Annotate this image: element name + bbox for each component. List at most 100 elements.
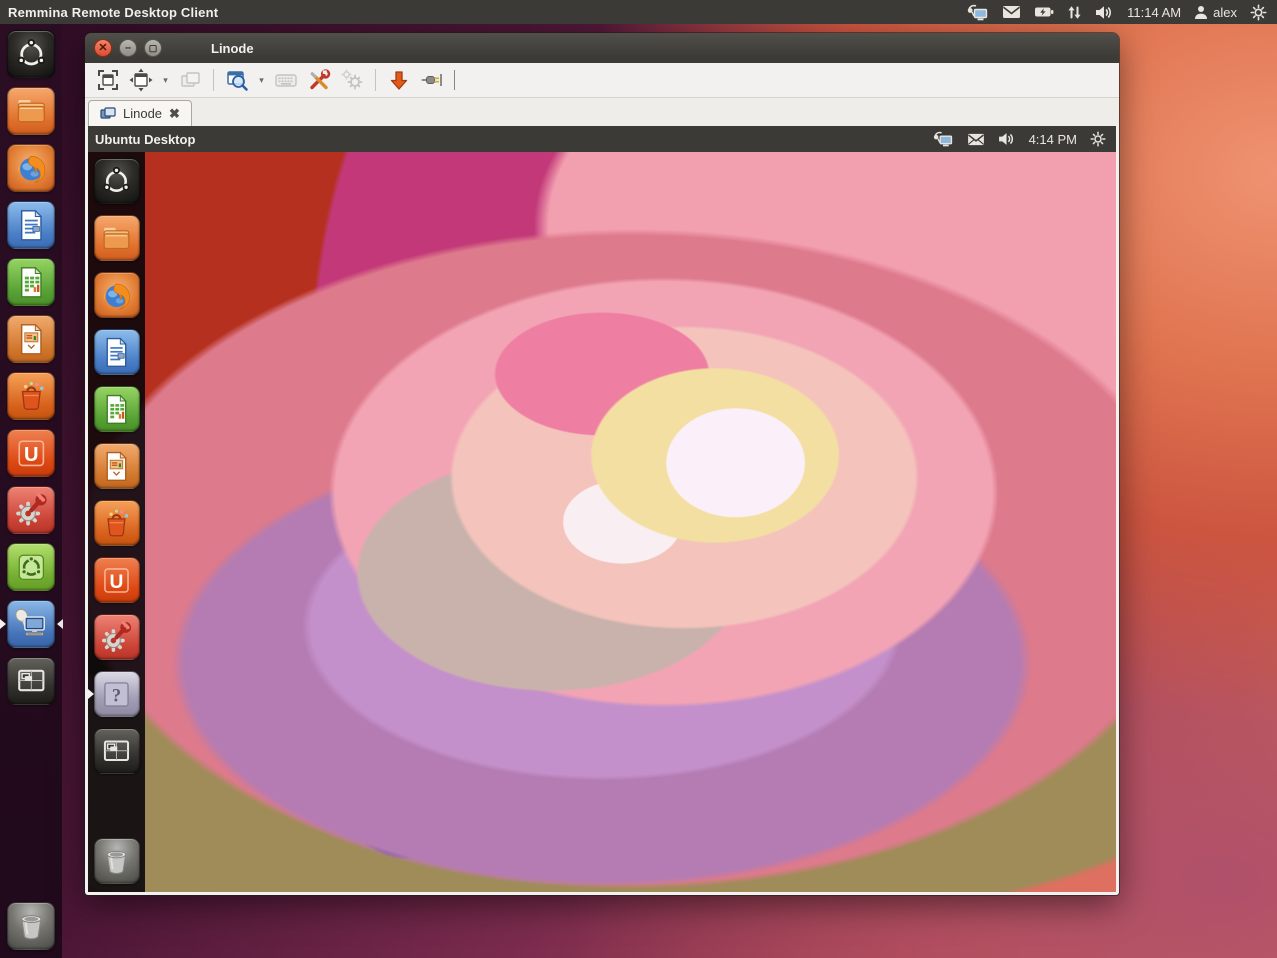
dash-icon <box>98 163 135 200</box>
messaging-indicator-icon[interactable] <box>1002 5 1021 19</box>
launcher-item-workspace[interactable] <box>94 728 140 774</box>
screenshot-options-caret[interactable]: ▾ <box>255 66 268 94</box>
remote-wallpaper <box>88 152 1116 892</box>
firefox-icon <box>98 277 135 314</box>
launcher-item-firefox[interactable] <box>7 144 55 192</box>
session-gear-icon[interactable] <box>1090 131 1106 147</box>
updater-icon <box>12 548 51 587</box>
launcher-item-settings[interactable] <box>7 486 55 534</box>
launcher-item-impress[interactable] <box>94 443 140 489</box>
launcher-item-workspace[interactable] <box>7 657 55 705</box>
launcher-item-files[interactable] <box>94 215 140 261</box>
network-traffic-indicator-icon[interactable] <box>1067 5 1082 20</box>
launcher-slot-settings <box>94 614 140 660</box>
scaled-mode-options-caret[interactable]: ▾ <box>159 66 172 94</box>
launcher-slot-dash <box>94 158 140 204</box>
maximize-button[interactable]: ▢ <box>144 39 162 57</box>
host-clock[interactable]: 11:14 AM <box>1127 5 1181 20</box>
volume-indicator-icon[interactable] <box>1095 5 1114 20</box>
calc-icon <box>98 391 135 428</box>
launcher-item-trash[interactable] <box>94 838 140 884</box>
tab-close-icon[interactable]: ✖ <box>169 106 180 122</box>
launcher-item-dash[interactable] <box>94 158 140 204</box>
close-button[interactable]: ✕ <box>94 39 112 57</box>
screenshot-button[interactable] <box>222 66 252 94</box>
tools-button[interactable] <box>304 66 334 94</box>
remote-desktop-indicator-icon[interactable] <box>933 131 954 147</box>
ubuntuone-icon: U <box>98 562 135 599</box>
launcher-item-ubuntuone[interactable]: U <box>94 557 140 603</box>
duplicate-connection-button[interactable] <box>175 66 205 94</box>
launcher-item-updater[interactable] <box>7 543 55 591</box>
tab-label: Linode <box>123 106 162 121</box>
preferences-button[interactable] <box>337 66 367 94</box>
running-pip <box>0 619 6 629</box>
user-icon <box>1194 5 1208 20</box>
launcher-slot-unknown: ? <box>94 671 140 717</box>
files-icon <box>98 220 135 257</box>
messaging-indicator-icon[interactable] <box>967 133 985 146</box>
minimize-button[interactable]: – <box>119 39 137 57</box>
remmina-window: ✕ – ▢ Linode ▾ ▾ Linode ✖ <box>85 33 1119 895</box>
fullscreen-button[interactable] <box>93 66 123 94</box>
launcher-slot-updater <box>7 543 55 591</box>
volume-indicator-icon[interactable] <box>998 132 1016 146</box>
launcher-item-firefox[interactable] <box>94 272 140 318</box>
settings-icon <box>98 619 135 656</box>
ubuntuone-icon: U <box>12 434 51 473</box>
calc-icon <box>12 263 51 302</box>
launcher-item-remmina[interactable] <box>7 600 55 648</box>
svg-text:U: U <box>110 571 124 592</box>
launcher-slot-trash <box>94 838 140 884</box>
svg-text:U: U <box>24 444 39 466</box>
writer-icon <box>12 206 51 245</box>
window-titlebar[interactable]: ✕ – ▢ Linode <box>85 33 1119 63</box>
launcher-item-writer[interactable] <box>94 329 140 375</box>
launcher-slot-firefox <box>94 272 140 318</box>
launcher-slot-software <box>94 500 140 546</box>
session-gear-icon[interactable] <box>1250 4 1267 21</box>
workspace-icon <box>12 662 51 701</box>
launcher-slot-impress <box>94 443 140 489</box>
battery-indicator-icon[interactable] <box>1034 6 1054 18</box>
impress-icon <box>12 320 51 359</box>
launcher-item-software[interactable] <box>7 372 55 420</box>
host-unity-launcher: U <box>0 24 62 958</box>
launcher-item-trash[interactable] <box>7 902 55 950</box>
remote-desktop-indicator-icon[interactable] <box>967 4 989 21</box>
writer-icon <box>98 334 135 371</box>
firefox-icon <box>12 149 51 188</box>
scaled-mode-button[interactable] <box>126 66 156 94</box>
user-menu[interactable]: alex <box>1194 5 1237 20</box>
window-toolbar: ▾ ▾ <box>85 63 1119 98</box>
grab-keyboard-button[interactable] <box>271 66 301 94</box>
launcher-slot-dash <box>7 30 55 78</box>
tab-linode[interactable]: Linode ✖ <box>88 100 192 126</box>
launcher-item-files[interactable] <box>7 87 55 135</box>
host-desktop-wallpaper: Remmina Remote Desktop Client 11:14 AM a… <box>0 0 1277 958</box>
user-name: alex <box>1213 5 1237 20</box>
launcher-item-software[interactable] <box>94 500 140 546</box>
launcher-slot-ubuntuone: U <box>7 429 55 477</box>
launcher-slot-software <box>7 372 55 420</box>
launcher-item-writer[interactable] <box>7 201 55 249</box>
launcher-item-settings[interactable] <box>94 614 140 660</box>
remote-desktop-viewport[interactable]: Ubuntu Desktop 4:14 PM U? <box>88 126 1116 892</box>
launcher-slot-writer <box>94 329 140 375</box>
launcher-item-dash[interactable] <box>7 30 55 78</box>
launcher-item-impress[interactable] <box>7 315 55 363</box>
launcher-item-ubuntuone[interactable]: U <box>7 429 55 477</box>
launcher-item-unknown[interactable]: ? <box>94 671 140 717</box>
launcher-item-calc[interactable] <box>94 386 140 432</box>
workspace-icon <box>98 733 135 770</box>
launcher-item-calc[interactable] <box>7 258 55 306</box>
remote-clock[interactable]: 4:14 PM <box>1029 132 1077 147</box>
launcher-slot-settings <box>7 486 55 534</box>
remmina-icon <box>12 605 51 644</box>
minimize-window-button[interactable] <box>384 66 414 94</box>
software-icon <box>12 377 51 416</box>
connection-tabbar: Linode ✖ <box>85 98 1119 126</box>
unknown-icon: ? <box>98 676 135 713</box>
toolbar-end-divider <box>454 70 455 90</box>
disconnect-button[interactable] <box>417 66 447 94</box>
